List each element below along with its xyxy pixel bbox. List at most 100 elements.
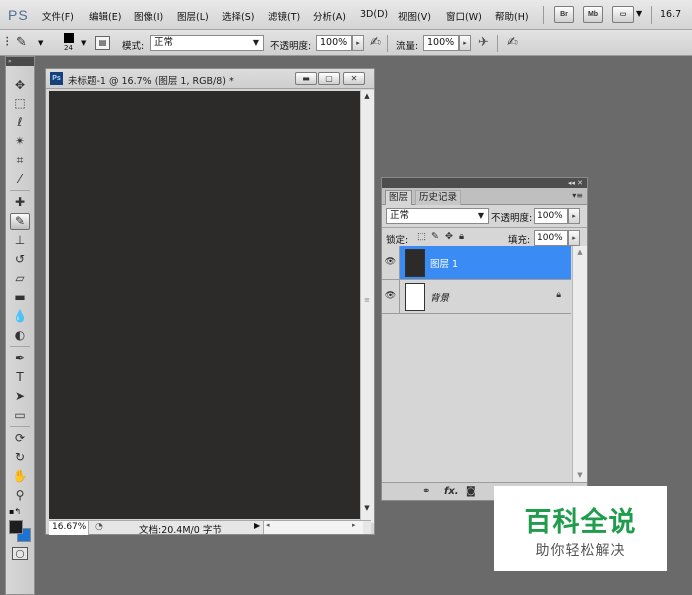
flow-slider-toggle[interactable]: ▸ (459, 35, 471, 51)
gradient-tool-icon[interactable]: ▬ (10, 289, 30, 306)
fx-icon[interactable]: fx. (444, 486, 459, 497)
zoom-field[interactable]: 16.67% (49, 521, 89, 535)
history-brush-tool-icon[interactable]: ↺ (10, 251, 30, 268)
menu-analysis[interactable]: 分析(A) (313, 9, 346, 23)
move-tool-icon[interactable]: ✥ (10, 77, 30, 94)
zoom-tool-icon[interactable]: ⚲ (10, 487, 30, 504)
zoom-readout[interactable]: 16.7 (660, 9, 681, 20)
3d-orbit-tool-icon[interactable]: ↻ (10, 449, 30, 466)
panel-collapse-icon[interactable]: ◂◂ ✕ (382, 178, 587, 188)
layers-panel: ◂◂ ✕ 图层 历史记录 ▾≡ 正常 ▼ 不透明度: 100% ▸ 锁定: ⬚ … (381, 177, 588, 501)
screen-mode-button[interactable]: ▭ (612, 6, 634, 23)
panel-menu-icon[interactable]: ▾≡ (572, 191, 583, 200)
scroll-down-icon[interactable]: ▼ (361, 504, 373, 512)
brush-size: 24 (64, 44, 73, 52)
eraser-tool-icon[interactable]: ▱ (10, 270, 30, 287)
menu-view[interactable]: 视图(V) (398, 9, 431, 23)
scroll-left-icon[interactable]: ◂ (266, 521, 270, 529)
document-titlebar[interactable]: Ps 未标题-1 @ 16.7% (图层 1, RGB/8) * ▬ ▢ ✕ (46, 69, 374, 89)
toolbox-divider (10, 426, 30, 427)
layers-scrollbar[interactable]: ▲ ▼ (572, 246, 587, 482)
status-menu-arrow-icon[interactable]: ▶ (254, 521, 260, 530)
lock-all-icon[interactable]: 🔒︎ (459, 231, 464, 242)
magic-wand-tool-icon[interactable]: ✴ (10, 133, 30, 150)
maximize-button[interactable]: ▢ (318, 72, 340, 85)
mini-bridge-button[interactable]: Mb (583, 6, 603, 23)
scroll-down-icon[interactable]: ▼ (574, 471, 586, 479)
menu-window[interactable]: 窗口(W) (446, 9, 482, 23)
toolbox-collapse-icon[interactable]: » (6, 57, 34, 66)
chevron-down-icon[interactable]: ▼ (81, 39, 86, 47)
lock-transparent-icon[interactable]: ⬚ (417, 231, 426, 242)
opacity-slider-toggle[interactable]: ▸ (352, 35, 364, 51)
scroll-right-icon[interactable]: ▸ (352, 521, 356, 529)
horizontal-scrollbar[interactable]: ◂ ▸ (263, 521, 363, 534)
default-colors-icon[interactable]: ▪↰ (9, 507, 21, 516)
path-selection-tool-icon[interactable]: ➤ (10, 388, 30, 405)
menu-filter[interactable]: 滤镜(T) (268, 9, 300, 23)
eye-icon[interactable]: 👁︎ (382, 280, 400, 313)
close-button[interactable]: ✕ (343, 72, 365, 85)
hand-tool-icon[interactable]: ✋ (10, 468, 30, 485)
minimize-button[interactable]: ▬ (295, 72, 317, 85)
scroll-up-icon[interactable]: ▲ (574, 248, 586, 256)
menu-layer[interactable]: 图层(L) (177, 9, 209, 23)
flow-input[interactable]: 100% (423, 35, 459, 51)
foreground-color-swatch[interactable] (9, 520, 23, 534)
tab-history[interactable]: 历史记录 (415, 190, 462, 205)
canvas[interactable] (49, 91, 360, 519)
pressure-size-icon[interactable]: ✍ (507, 35, 518, 50)
menu-edit[interactable]: 编辑(E) (89, 9, 121, 23)
menu-select[interactable]: 选择(S) (222, 9, 254, 23)
link-layers-icon[interactable]: ⚭ (422, 486, 430, 497)
bridge-button[interactable]: Br (554, 6, 574, 23)
menu-help[interactable]: 帮助(H) (495, 9, 529, 23)
brush-tool-icon[interactable]: ✎ (10, 213, 30, 230)
watermark: 百科全说 助你轻松解决 (494, 486, 667, 571)
lasso-tool-icon[interactable]: ℓ (10, 114, 30, 131)
fill-input[interactable]: 100% (534, 230, 568, 246)
quick-mask-icon[interactable]: ◯ (12, 547, 28, 560)
pen-tool-icon[interactable]: ✒ (10, 350, 30, 367)
fill-slider-toggle[interactable]: ▸ (568, 230, 580, 246)
chevron-down-icon[interactable]: ▼ (38, 39, 43, 47)
add-mask-icon[interactable]: ◙ (466, 486, 476, 497)
airbrush-icon[interactable]: ✈ (478, 35, 489, 50)
vertical-scrollbar[interactable]: ▲ ≡ ▼ (360, 90, 374, 523)
scroll-up-icon[interactable]: ▲ (361, 92, 373, 100)
menu-divider (651, 6, 652, 24)
eyedropper-tool-icon[interactable]: ⁄ (10, 171, 30, 188)
3d-rotate-tool-icon[interactable]: ⟳ (10, 430, 30, 447)
healing-brush-tool-icon[interactable]: ✚ (10, 194, 30, 211)
blend-mode-select[interactable]: 正常 ▼ (386, 208, 489, 224)
crop-tool-icon[interactable]: ⌗ (10, 152, 30, 169)
menu-3d[interactable]: 3D(D) (360, 9, 388, 20)
opacity-input[interactable]: 100% (316, 35, 352, 51)
mode-select[interactable]: 正常 ▼ (150, 35, 264, 51)
tab-layers[interactable]: 图层 (385, 190, 413, 205)
lock-position-icon[interactable]: ✥ (445, 231, 453, 242)
brush-tool-icon[interactable]: ✎ (16, 35, 27, 50)
dodge-tool-icon[interactable]: ◐ (10, 327, 30, 344)
marquee-tool-icon[interactable]: ⬚ (10, 95, 30, 112)
lock-icon: 🔒︎ (556, 290, 561, 300)
brush-panel-icon[interactable]: ▤ (95, 36, 110, 50)
menu-image[interactable]: 图像(I) (134, 9, 163, 23)
photoshop-doc-icon: Ps (50, 72, 63, 85)
lock-pixels-icon[interactable]: ✎ (431, 231, 439, 242)
clone-stamp-tool-icon[interactable]: ⊥ (10, 232, 30, 249)
brush-preview-swatch[interactable] (64, 33, 74, 43)
status-info-icon[interactable]: ◔ (95, 522, 103, 532)
shape-tool-icon[interactable]: ▭ (10, 407, 30, 424)
layer-opacity-slider-toggle[interactable]: ▸ (568, 208, 580, 224)
layer-opacity-input[interactable]: 100% (534, 208, 568, 224)
pressure-opacity-icon[interactable]: ✍ (370, 35, 381, 50)
chevron-down-icon[interactable]: ▼ (636, 9, 642, 18)
blur-tool-icon[interactable]: 💧 (10, 308, 30, 325)
document-info[interactable]: 文档:20.4M/0 字节 (139, 522, 222, 536)
layer-row-layer-1[interactable]: 👁︎ 图层 1 (382, 246, 571, 280)
layer-row-background[interactable]: 👁︎ 背景 🔒︎ (382, 280, 571, 314)
type-tool-icon[interactable]: T (10, 369, 30, 386)
menu-file[interactable]: 文件(F) (42, 9, 74, 23)
eye-icon[interactable]: 👁︎ (382, 246, 400, 279)
